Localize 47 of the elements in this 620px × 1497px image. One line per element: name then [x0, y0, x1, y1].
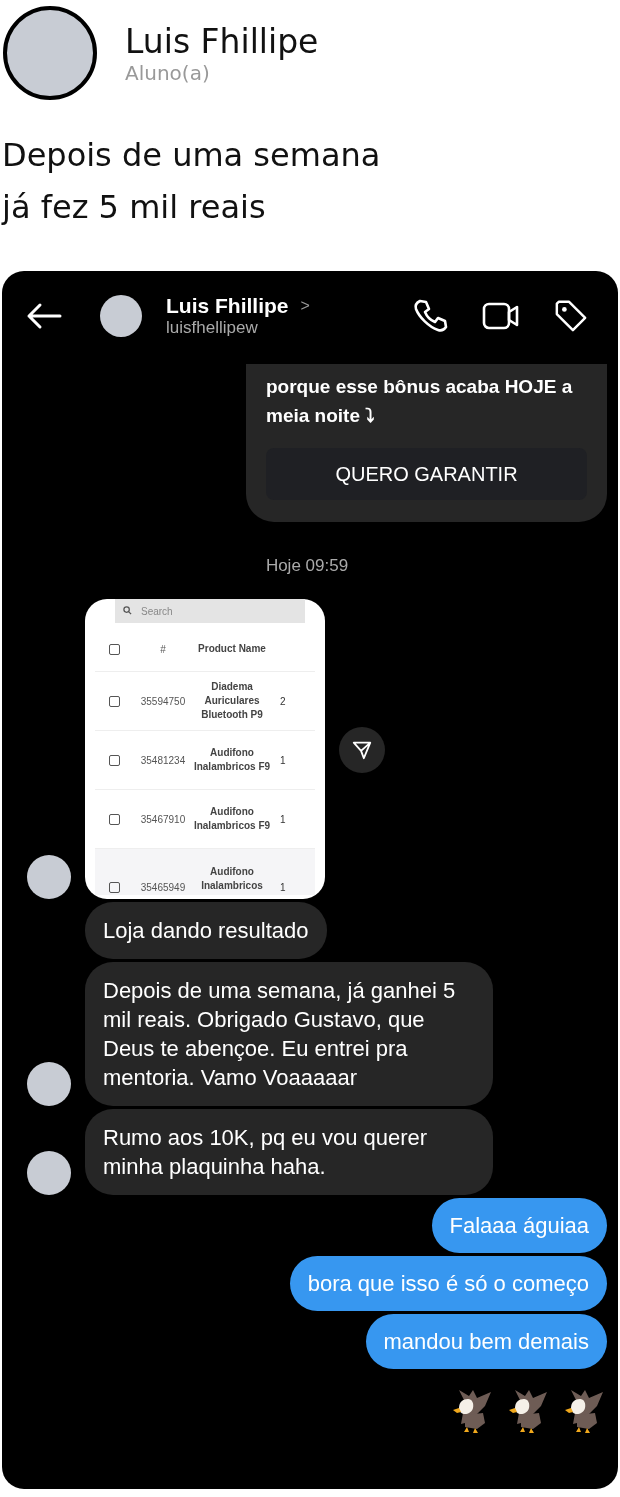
- column-header: #: [159, 643, 167, 655]
- search-icon: [123, 606, 132, 615]
- contact-username: luisfhellipew: [166, 318, 258, 338]
- message-bubble: Depois de uma semana, já ganhei 5 mil reais. Obrigado Gustavo, que Deus te abençoe. Eu entrei pra mentoria. Vamo Voaaaaar: [85, 962, 493, 1106]
- back-arrow-icon[interactable]: [26, 302, 62, 330]
- column-header: Product Name: [197, 642, 267, 656]
- table-cell: 1: [280, 813, 286, 825]
- message-bubble: mandou bem demais: [365, 1314, 607, 1369]
- message-bubble: Loja dando resultado: [85, 902, 327, 959]
- avatar-photo-placeholder: [27, 1062, 71, 1106]
- paper-plane-icon: [351, 739, 373, 761]
- checkbox[interactable]: [109, 882, 120, 893]
- avatar-photo-placeholder: [27, 1151, 71, 1195]
- table-cell-text: 35481234: [139, 754, 187, 766]
- table-cell: Audifono Inalambricos F9: [192, 746, 272, 774]
- table-cell: 1: [280, 754, 286, 766]
- checkbox[interactable]: [109, 643, 120, 655]
- table-cell: Audifono Inalambricos F9: [192, 805, 272, 833]
- message-timestamp: Hoje 09:59: [265, 556, 350, 576]
- checkbox[interactable]: [109, 813, 120, 825]
- caption-line: Depois de uma semana: [2, 135, 381, 176]
- phone-icon[interactable]: [412, 298, 448, 334]
- search-field[interactable]: Search: [115, 599, 305, 623]
- table-cell-text: Diadema Auriculares Bluetooth P9: [200, 680, 264, 722]
- message-bubble: bora que isso é só o começo: [289, 1256, 607, 1311]
- message-bubble: Falaaa águiaa: [431, 1198, 607, 1253]
- avatar-photo-placeholder: [27, 855, 71, 899]
- share-button[interactable]: [339, 727, 385, 773]
- table-cell-text: 35594750: [139, 695, 187, 707]
- table-cell: 2: [280, 695, 286, 707]
- table-cell-text: Audifono Inalambricos: [200, 865, 264, 893]
- tag-icon[interactable]: [554, 299, 588, 333]
- avatar-photo-placeholder: [100, 295, 142, 337]
- message-bubble: Rumo aos 10K, pq eu vou querer minha plaquinha haha.: [85, 1109, 493, 1195]
- profile-name: Luis Fhillipe: [125, 21, 319, 61]
- message-text: porque esse bônus acaba HOJE a meia noite ⤵: [266, 375, 574, 428]
- table-cell-text: 35465949: [139, 882, 187, 893]
- chevron-icon[interactable]: >: [300, 297, 310, 315]
- table-cell-text: 35467910: [139, 813, 187, 825]
- cta-button[interactable]: QUERO GARANTIR: [266, 448, 587, 500]
- checkbox[interactable]: [109, 695, 120, 707]
- table-cell: 1: [280, 882, 286, 893]
- profile-role: Aluno(a): [125, 60, 211, 85]
- video-camera-icon[interactable]: [482, 301, 520, 331]
- caption-line: já fez 5 mil reais: [2, 187, 266, 228]
- contact-name[interactable]: Luis Fhillipe: [166, 294, 289, 318]
- checkbox[interactable]: [109, 754, 120, 766]
